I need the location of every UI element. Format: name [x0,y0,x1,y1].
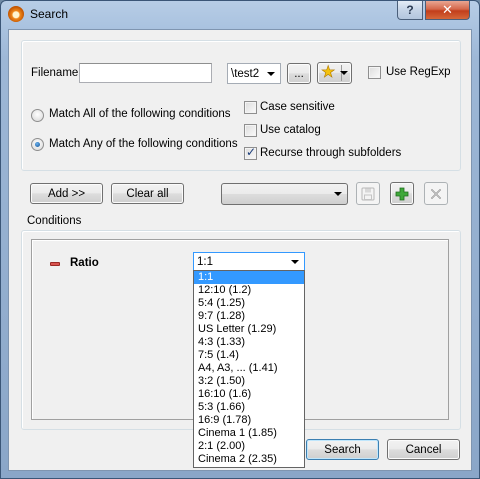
chevron-down-icon [267,72,275,76]
path-combo[interactable]: \test2 [227,63,281,84]
ratio-dropdown-list: 1:1 12:10 (1.2) 5:4 (1.25) 9:7 (1.28) US Let… [193,270,305,468]
save-icon [361,187,375,200]
ratio-option[interactable]: Cinema 2 (2.35) [194,453,304,466]
ratio-option[interactable]: A4, A3, ... (1.41) [194,362,304,375]
filename-input[interactable] [79,63,212,83]
recurse-checkbox[interactable] [244,145,257,160]
clear-all-button[interactable]: Clear all [111,183,184,204]
ratio-option[interactable]: 5:4 (1.25) [194,297,304,310]
ratio-option[interactable]: US Letter (1.29) [194,323,304,336]
regexp-label: Use RegExp [386,66,451,78]
ratio-option[interactable]: Cinema 1 (1.85) [194,427,304,440]
case-sensitive-checkbox[interactable] [244,101,257,114]
preset-combo[interactable] [221,183,348,205]
ratio-option[interactable]: 4:3 (1.33) [194,336,304,349]
app-icon [8,6,24,22]
match-all-label: Match All of the following conditions [49,108,231,120]
plus-icon [395,187,409,200]
regexp-checkbox[interactable] [368,66,381,79]
chevron-down-icon [291,260,299,264]
favorites-button[interactable]: ★ [317,62,352,84]
ratio-option[interactable]: 2:1 (2.00) [194,440,304,453]
ratio-option[interactable]: 7:5 (1.4) [194,349,304,362]
condition-row-label: Ratio [70,257,99,269]
match-any-radio[interactable] [31,138,44,151]
filename-label: Filename [31,67,79,79]
search-button[interactable]: Search [306,439,379,460]
delete-preset-button[interactable] [424,182,448,205]
ratio-option[interactable]: 12:10 (1.2) [194,284,304,297]
use-catalog-label: Use catalog [260,124,321,136]
ratio-option[interactable]: 16:9 (1.78) [194,414,304,427]
ratio-option[interactable]: 5:3 (1.66) [194,401,304,414]
add-preset-button[interactable] [390,182,414,205]
delete-icon [430,188,442,199]
ratio-option[interactable]: 16:10 (1.6) [194,388,304,401]
chevron-down-icon [334,192,342,196]
save-preset-button[interactable] [356,182,380,205]
chevron-down-icon [340,71,348,75]
recurse-label: Recurse through subfolders [260,147,402,159]
browse-button[interactable]: ... [287,63,311,84]
match-any-label: Match Any of the following conditions [49,138,238,150]
cancel-button[interactable]: Cancel [387,439,460,460]
ratio-combo[interactable]: 1:1 [193,252,305,272]
window-title: Search [30,7,69,21]
close-button[interactable]: ✕ [425,1,470,20]
ratio-option[interactable]: 3:2 (1.50) [194,375,304,388]
star-icon: ★ [321,64,336,81]
ratio-option[interactable]: 9:7 (1.28) [194,310,304,323]
path-value: \test2 [231,67,260,80]
help-button[interactable]: ? [397,1,423,20]
add-button[interactable]: Add >> [30,183,103,204]
use-catalog-checkbox[interactable] [244,124,257,137]
ratio-option[interactable]: 1:1 [194,271,304,284]
ratio-value: 1:1 [197,256,213,268]
match-all-radio[interactable] [31,109,44,122]
conditions-group-label: Conditions [27,215,82,227]
case-sensitive-label: Case sensitive [260,101,335,113]
remove-condition-icon[interactable] [50,262,60,266]
